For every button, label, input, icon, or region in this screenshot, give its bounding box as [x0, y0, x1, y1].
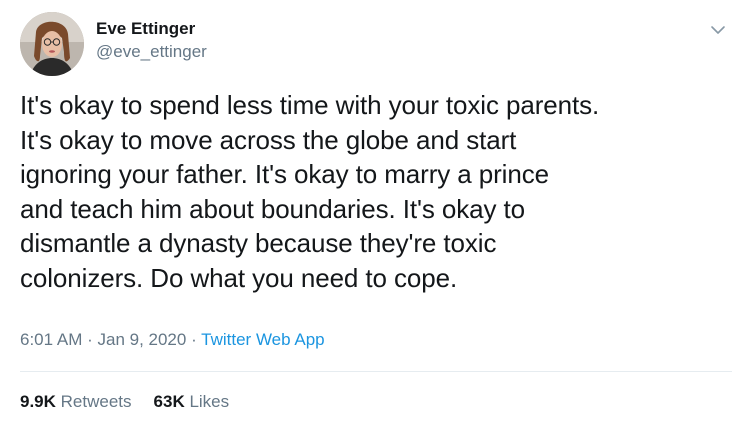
- retweets-count: 9.9K: [20, 392, 56, 411]
- retweets-stat[interactable]: 9.9K Retweets: [20, 390, 132, 414]
- tweet-text-line: colonizers. Do what you need to cope.: [20, 262, 458, 293]
- tweet-time[interactable]: 6:01 AM: [20, 330, 82, 349]
- likes-label: Likes: [189, 392, 230, 411]
- divider: [20, 371, 732, 372]
- tweet-card: Eve Ettinger @eve_ettinger It's okay to …: [0, 0, 744, 421]
- avatar[interactable]: [20, 12, 84, 76]
- tweet-metadata: 6:01 AM · Jan 9, 2020 · Twitter Web App: [20, 328, 325, 352]
- tweet-text-line: It's okay to spend less time with your t…: [20, 90, 600, 120]
- tweet-text-line: dismantle a dynasty because they're toxi…: [20, 228, 497, 258]
- meta-separator: ·: [82, 330, 98, 349]
- chevron-down-icon: [711, 26, 725, 34]
- tweet-date[interactable]: Jan 9, 2020: [97, 330, 186, 349]
- likes-count: 63K: [153, 392, 185, 411]
- tweet-author: Eve Ettinger @eve_ettinger: [96, 18, 207, 63]
- avatar-photo: [20, 12, 84, 76]
- more-options-button[interactable]: [708, 20, 728, 40]
- tweet-stats: 9.9K Retweets 63K Likes: [20, 390, 229, 414]
- author-display-name[interactable]: Eve Ettinger: [96, 18, 207, 40]
- tweet-text-line: ignoring your father. It's okay to marry…: [20, 159, 549, 189]
- likes-stat[interactable]: 63K Likes: [154, 390, 230, 414]
- retweets-label: Retweets: [60, 392, 132, 411]
- author-handle[interactable]: @eve_ettinger: [96, 41, 207, 63]
- tweet-source-link[interactable]: Twitter Web App: [201, 330, 324, 349]
- tweet-text-line: It's okay to move across the globe and s…: [20, 124, 517, 155]
- meta-separator: ·: [186, 330, 202, 349]
- tweet-text-line: and teach him about boundaries. It's oka…: [20, 193, 525, 224]
- tweet-text: It's okay to spend less time with your t…: [20, 88, 732, 295]
